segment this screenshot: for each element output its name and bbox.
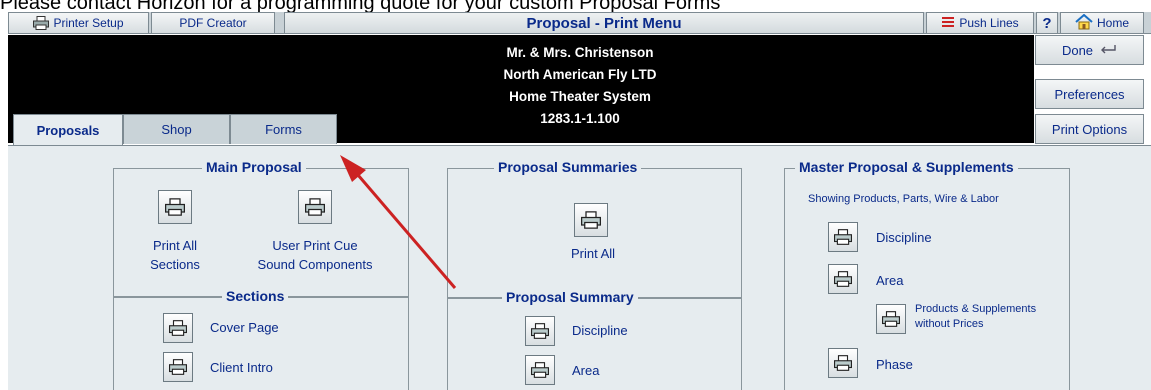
cover-page-button[interactable] bbox=[163, 313, 193, 343]
master-discipline-button[interactable] bbox=[828, 222, 858, 252]
master-subtitle: Showing Products, Parts, Wire & Labor bbox=[808, 193, 999, 205]
printer-icon bbox=[834, 355, 852, 371]
push-lines-icon bbox=[941, 16, 955, 31]
client-project: Home Theater System bbox=[509, 89, 651, 104]
master-discipline-label: Discipline bbox=[876, 230, 932, 245]
print-all-sections-button[interactable] bbox=[158, 190, 192, 224]
printer-icon bbox=[834, 271, 852, 287]
preferences-label: Preferences bbox=[1054, 86, 1125, 102]
print-options-label: Print Options bbox=[1051, 121, 1128, 137]
proposal-summaries-title: Proposal Summaries bbox=[494, 159, 642, 175]
summary-area-button[interactable] bbox=[525, 355, 555, 385]
products-supplements-label: Products & Supplements without Prices bbox=[915, 303, 1037, 330]
printer-icon bbox=[581, 211, 601, 229]
client-intro-button[interactable] bbox=[163, 352, 193, 382]
print-all-sections-label: Print All Sections bbox=[150, 238, 200, 272]
window-title: Proposal - Print Menu bbox=[284, 12, 924, 34]
annotation-arrow bbox=[340, 155, 457, 289]
client-company: North American Fly LTD bbox=[503, 67, 657, 82]
master-proposal-title: Master Proposal & Supplements bbox=[795, 159, 1018, 175]
sections-title: Sections bbox=[222, 288, 289, 304]
master-area-label: Area bbox=[876, 273, 904, 288]
client-info: Mr. & Mrs. Christenson North American Fl… bbox=[430, 42, 730, 130]
printer-icon bbox=[531, 323, 549, 339]
printer-icon bbox=[165, 198, 185, 216]
help-button[interactable]: ? bbox=[1036, 12, 1058, 34]
summaries-print-all-label: Print All bbox=[571, 246, 616, 261]
home-button[interactable]: Home bbox=[1060, 12, 1144, 34]
master-phase-button[interactable] bbox=[828, 348, 858, 378]
summaries-print-all-button[interactable] bbox=[574, 203, 608, 237]
master-phase-label: Phase bbox=[876, 357, 913, 372]
push-lines-label: Push Lines bbox=[959, 16, 1019, 30]
master-area-button[interactable] bbox=[828, 264, 858, 294]
print-options-button[interactable]: Print Options bbox=[1035, 114, 1144, 144]
return-icon bbox=[1099, 43, 1117, 58]
proposal-summary-title: Proposal Summary bbox=[502, 289, 638, 305]
user-print-button[interactable] bbox=[298, 190, 332, 224]
printer-icon bbox=[169, 359, 187, 375]
printer-icon bbox=[305, 198, 325, 216]
printer-icon bbox=[882, 311, 900, 327]
printer-icon bbox=[33, 16, 50, 30]
summary-discipline-label: Discipline bbox=[572, 323, 628, 338]
pdf-creator-button[interactable]: PDF Creator bbox=[151, 12, 275, 34]
pdf-creator-label: PDF Creator bbox=[179, 16, 247, 30]
done-label: Done bbox=[1061, 42, 1094, 58]
printer-setup-label: Printer Setup bbox=[53, 16, 124, 30]
summary-discipline-button[interactable] bbox=[525, 316, 555, 346]
done-button[interactable]: Done bbox=[1035, 35, 1144, 65]
preferences-button[interactable]: Preferences bbox=[1035, 79, 1144, 109]
printer-icon bbox=[531, 362, 549, 378]
products-supplements-button[interactable] bbox=[876, 304, 906, 334]
help-label: ? bbox=[1042, 14, 1052, 32]
tab-shop[interactable]: Shop bbox=[123, 114, 230, 144]
home-icon bbox=[1075, 13, 1093, 33]
push-lines-button[interactable]: Push Lines bbox=[926, 12, 1034, 34]
client-intro-label: Client Intro bbox=[210, 360, 273, 375]
tab-proposals[interactable]: Proposals bbox=[13, 114, 123, 146]
printer-icon bbox=[834, 229, 852, 245]
cover-page-label: Cover Page bbox=[210, 320, 279, 335]
sections-group: Sections bbox=[113, 288, 409, 390]
summary-area-label: Area bbox=[572, 363, 600, 378]
printer-setup-button[interactable]: Printer Setup bbox=[8, 12, 149, 34]
client-number: 1283.1-1.100 bbox=[540, 111, 620, 126]
home-label: Home bbox=[1096, 16, 1129, 30]
toolbar: Printer Setup PDF Creator Proposal - Pri… bbox=[8, 12, 1151, 34]
tab-forms[interactable]: Forms bbox=[230, 114, 337, 144]
main-proposal-title: Main Proposal bbox=[202, 159, 306, 175]
printer-icon bbox=[169, 320, 187, 336]
client-name: Mr. & Mrs. Christenson bbox=[506, 45, 654, 60]
